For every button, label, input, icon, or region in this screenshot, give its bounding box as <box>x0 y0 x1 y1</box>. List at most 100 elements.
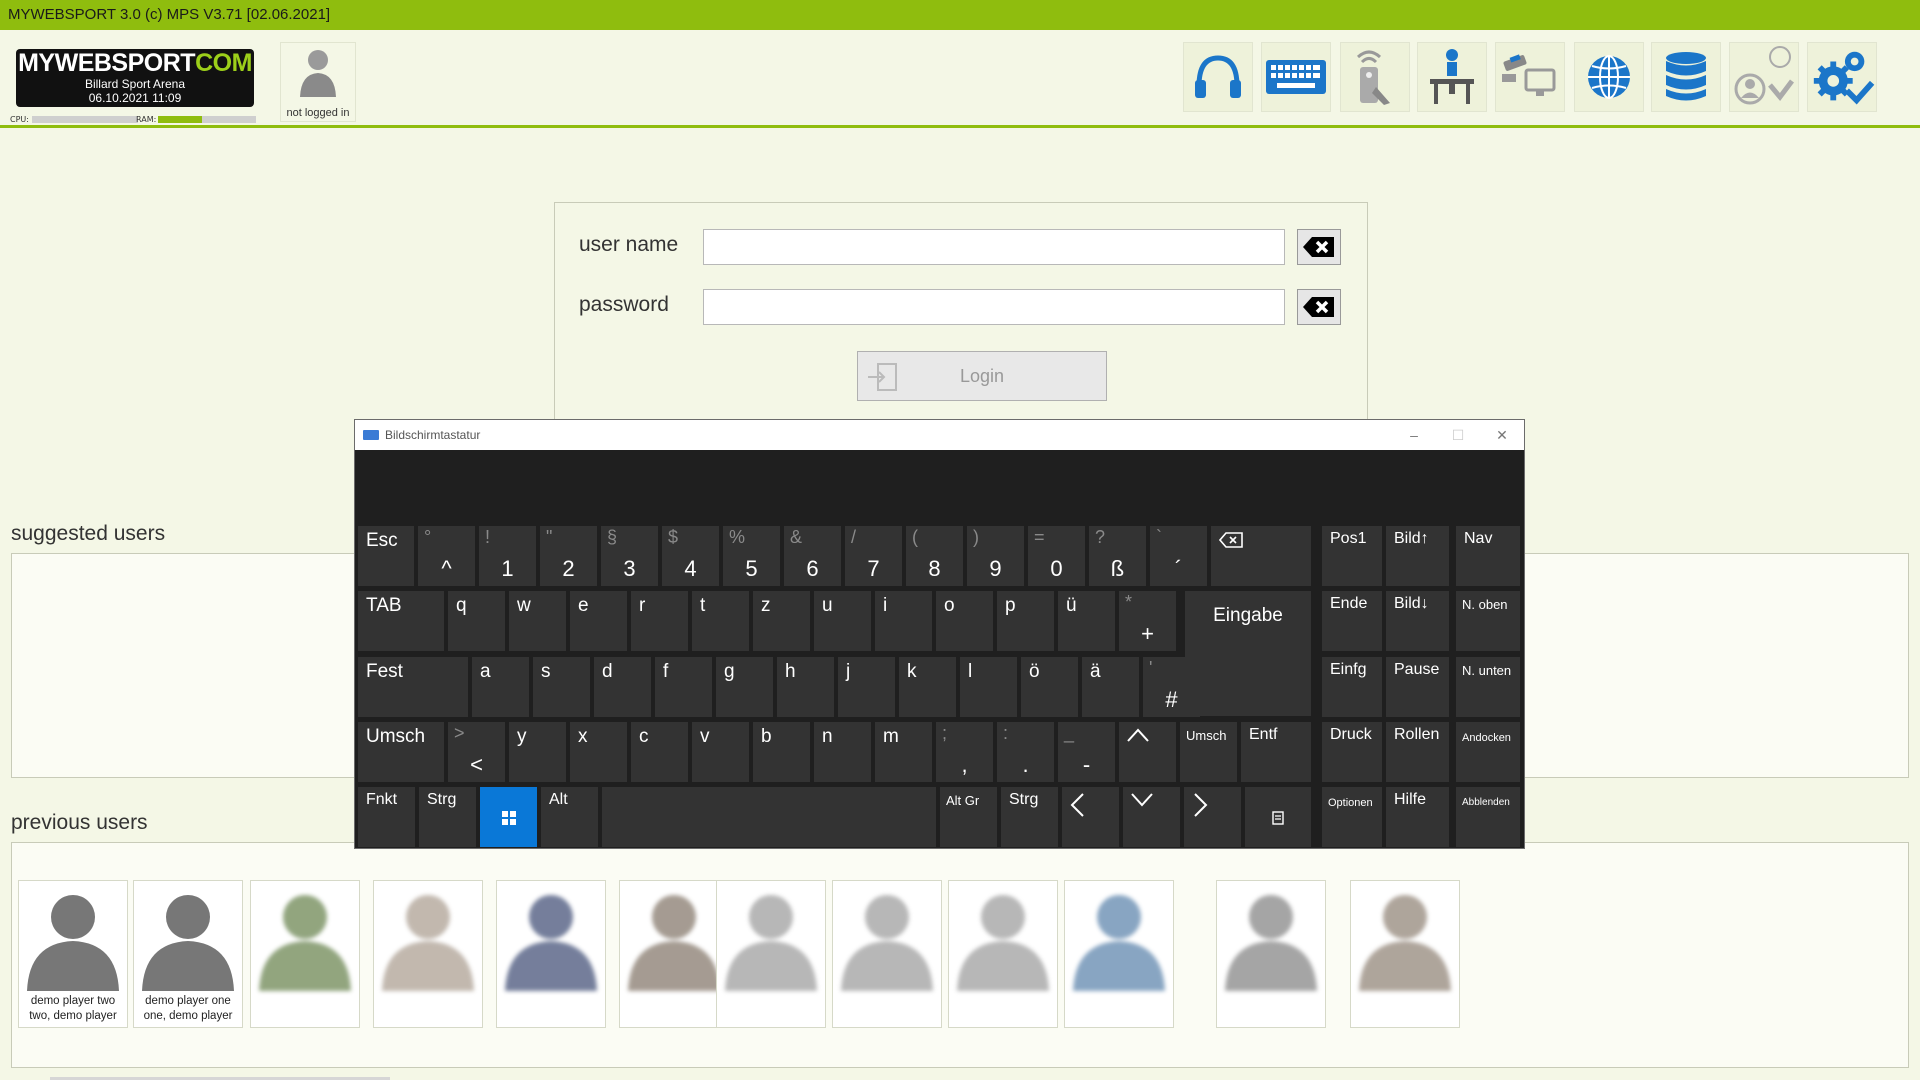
key-druck[interactable]: Druck <box>1322 722 1382 782</box>
key-y[interactable]: y <box>509 722 566 782</box>
key-h[interactable]: h <box>777 657 834 717</box>
key-z[interactable]: z <box>753 591 810 651</box>
key-d[interactable]: d <box>594 657 651 717</box>
camera-monitor-button[interactable] <box>1495 42 1565 112</box>
key-n[interactable]: n <box>814 722 871 782</box>
key-strg-right[interactable]: Strg <box>1001 787 1058 847</box>
key-umsch-right[interactable]: Umsch <box>1180 722 1237 782</box>
key-hash[interactable]: ' # <box>1143 657 1200 717</box>
key-fnkt[interactable]: Fnkt <box>358 787 415 847</box>
key-arrow-up[interactable] <box>1119 722 1176 782</box>
globe-button[interactable] <box>1574 42 1644 112</box>
previous-user-tile[interactable] <box>948 880 1058 1028</box>
key-pos1[interactable]: Pos1 <box>1322 526 1382 586</box>
key-bild-up[interactable]: Bild↑ <box>1386 526 1449 586</box>
previous-user-tile[interactable] <box>1350 880 1460 1028</box>
key-num-10[interactable]: = 0 <box>1028 526 1085 586</box>
key-punct-1[interactable]: :. <box>997 722 1054 782</box>
remote-control-button[interactable] <box>1340 42 1410 112</box>
previous-user-tile[interactable] <box>373 880 483 1028</box>
key-n-unten[interactable]: N. unten <box>1456 657 1520 717</box>
login-status-button[interactable]: not logged in <box>280 42 356 122</box>
key-t[interactable]: t <box>692 591 749 651</box>
key-ü[interactable]: ü <box>1058 591 1115 651</box>
key-r[interactable]: r <box>631 591 688 651</box>
key-einfg[interactable]: Einfg <box>1322 657 1382 717</box>
keyboard-button[interactable] <box>1261 42 1331 112</box>
key-num-7[interactable]: /7 <box>845 526 902 586</box>
key-abblenden[interactable]: Abblenden <box>1456 787 1520 847</box>
key-rollen[interactable]: Rollen <box>1386 722 1449 782</box>
key-num-6[interactable]: & 6 <box>784 526 841 586</box>
key-hilfe[interactable]: Hilfe <box>1386 787 1449 847</box>
previous-user-tile[interactable]: demo player one one, demo player <box>133 880 243 1028</box>
key-f[interactable]: f <box>655 657 712 717</box>
previous-user-tile[interactable] <box>250 880 360 1028</box>
username-input[interactable] <box>703 229 1285 265</box>
key-a[interactable]: a <box>472 657 529 717</box>
key-num-0[interactable]: ° ^ <box>418 526 475 586</box>
previous-user-tile[interactable] <box>496 880 606 1028</box>
key-num-9[interactable]: ) 9 <box>967 526 1024 586</box>
key-punct-0[interactable]: ;, <box>936 722 993 782</box>
key-nav[interactable]: Nav <box>1456 526 1520 586</box>
headset-button[interactable] <box>1183 42 1253 112</box>
login-button[interactable]: Login <box>857 351 1107 401</box>
key-o[interactable]: o <box>936 591 993 651</box>
key-e[interactable]: e <box>570 591 627 651</box>
previous-user-tile[interactable] <box>1216 880 1326 1028</box>
key-eingabe[interactable]: Eingabe <box>1185 591 1311 716</box>
previous-user-tile[interactable] <box>832 880 942 1028</box>
key-optionen[interactable]: Optionen <box>1322 787 1382 847</box>
key-num-5[interactable]: % 5 <box>723 526 780 586</box>
key-num-8[interactable]: (8 <box>906 526 963 586</box>
key-backspace[interactable] <box>1211 526 1311 586</box>
key-alt[interactable]: Alt <box>541 787 598 847</box>
key-s[interactable]: s <box>533 657 590 717</box>
clear-username-button[interactable] <box>1297 229 1341 265</box>
key-u[interactable]: u <box>814 591 871 651</box>
key-l[interactable]: l <box>960 657 1017 717</box>
key-fest[interactable]: Fest <box>358 657 468 717</box>
key-q[interactable]: q <box>448 591 505 651</box>
key-num-12[interactable]: ` ´ <box>1150 526 1207 586</box>
key-k[interactable]: k <box>899 657 956 717</box>
key-p[interactable]: p <box>997 591 1054 651</box>
key-w[interactable]: w <box>509 591 566 651</box>
previous-user-tile[interactable] <box>716 880 826 1028</box>
key-andocken[interactable]: Andocken <box>1456 722 1520 782</box>
key-ende[interactable]: Ende <box>1322 591 1382 651</box>
key-m[interactable]: m <box>875 722 932 782</box>
key-j[interactable]: j <box>838 657 895 717</box>
user-check-button[interactable] <box>1729 42 1799 112</box>
key-umsch-left[interactable]: Umsch <box>358 722 444 782</box>
previous-user-tile[interactable]: demo player two two, demo player <box>18 880 128 1028</box>
previous-user-tile[interactable] <box>619 880 729 1028</box>
osk-minimize-button[interactable]: – <box>1392 420 1436 450</box>
key-g[interactable]: g <box>716 657 773 717</box>
key-n-oben[interactable]: N. oben <box>1456 591 1520 651</box>
database-button[interactable] <box>1651 42 1721 112</box>
key-plus[interactable]: * + <box>1119 591 1176 651</box>
osk-maximize-button[interactable]: ☐ <box>1436 420 1480 450</box>
key-num-1[interactable]: ! 1 <box>479 526 536 586</box>
key-arrow-down[interactable] <box>1123 787 1180 847</box>
key-v[interactable]: v <box>692 722 749 782</box>
osk-close-button[interactable]: ✕ <box>1480 420 1524 450</box>
key-x[interactable]: x <box>570 722 627 782</box>
key-num-11[interactable]: ? ß <box>1089 526 1146 586</box>
key-menu[interactable] <box>1245 787 1311 847</box>
key-arrow-right[interactable] <box>1184 787 1241 847</box>
key-bild-down[interactable]: Bild↓ <box>1386 591 1449 651</box>
key-arrow-left[interactable] <box>1062 787 1119 847</box>
key-windows[interactable] <box>480 787 537 847</box>
key-num-4[interactable]: $4 <box>662 526 719 586</box>
key-num-3[interactable]: § 3 <box>601 526 658 586</box>
key-esc[interactable]: Esc <box>358 526 414 586</box>
key-c[interactable]: c <box>631 722 688 782</box>
key-pause[interactable]: Pause <box>1386 657 1449 717</box>
key-entf[interactable]: Entf <box>1241 722 1311 782</box>
key-i[interactable]: i <box>875 591 932 651</box>
key-ä[interactable]: ä <box>1082 657 1139 717</box>
previous-user-tile[interactable] <box>1064 880 1174 1028</box>
